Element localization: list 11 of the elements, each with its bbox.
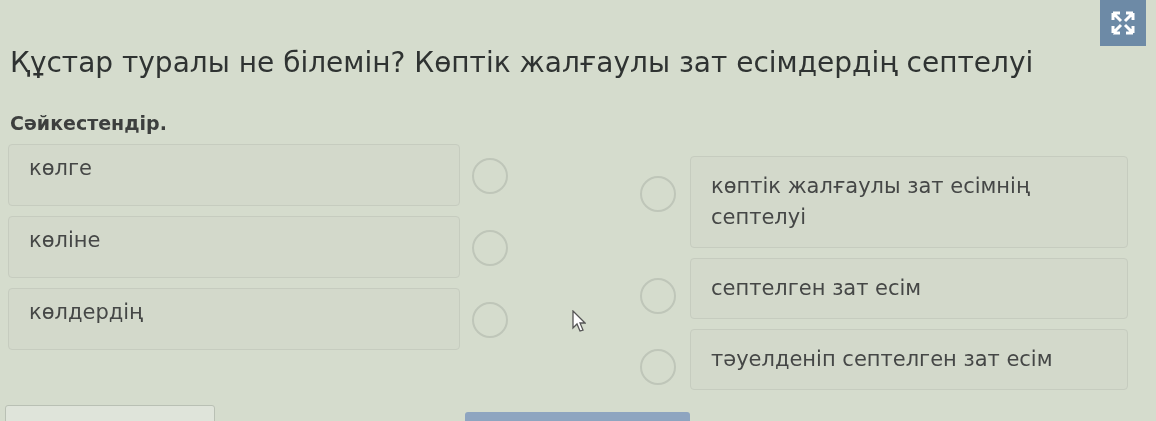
instruction-text: Сәйкестендір. bbox=[10, 112, 167, 134]
page-title: Құстар туралы не білемін? Көптік жалғаулы зат есімдердің септелуі bbox=[10, 46, 1035, 80]
cursor-icon bbox=[572, 310, 586, 332]
answer-card[interactable]: көптік жалғаулы зат есімнің септелуі bbox=[690, 156, 1128, 248]
answer-card[interactable]: көлдердің bbox=[8, 288, 460, 350]
expand-icon bbox=[1110, 10, 1136, 36]
fullscreen-button[interactable] bbox=[1100, 0, 1146, 46]
answer-card[interactable]: септелген зат есім bbox=[690, 258, 1128, 319]
answer-card[interactable]: тәуелденіп септелген зат есім bbox=[690, 329, 1128, 390]
answer-card[interactable]: көліне bbox=[8, 216, 460, 278]
answer-card[interactable]: көлге bbox=[8, 144, 460, 206]
